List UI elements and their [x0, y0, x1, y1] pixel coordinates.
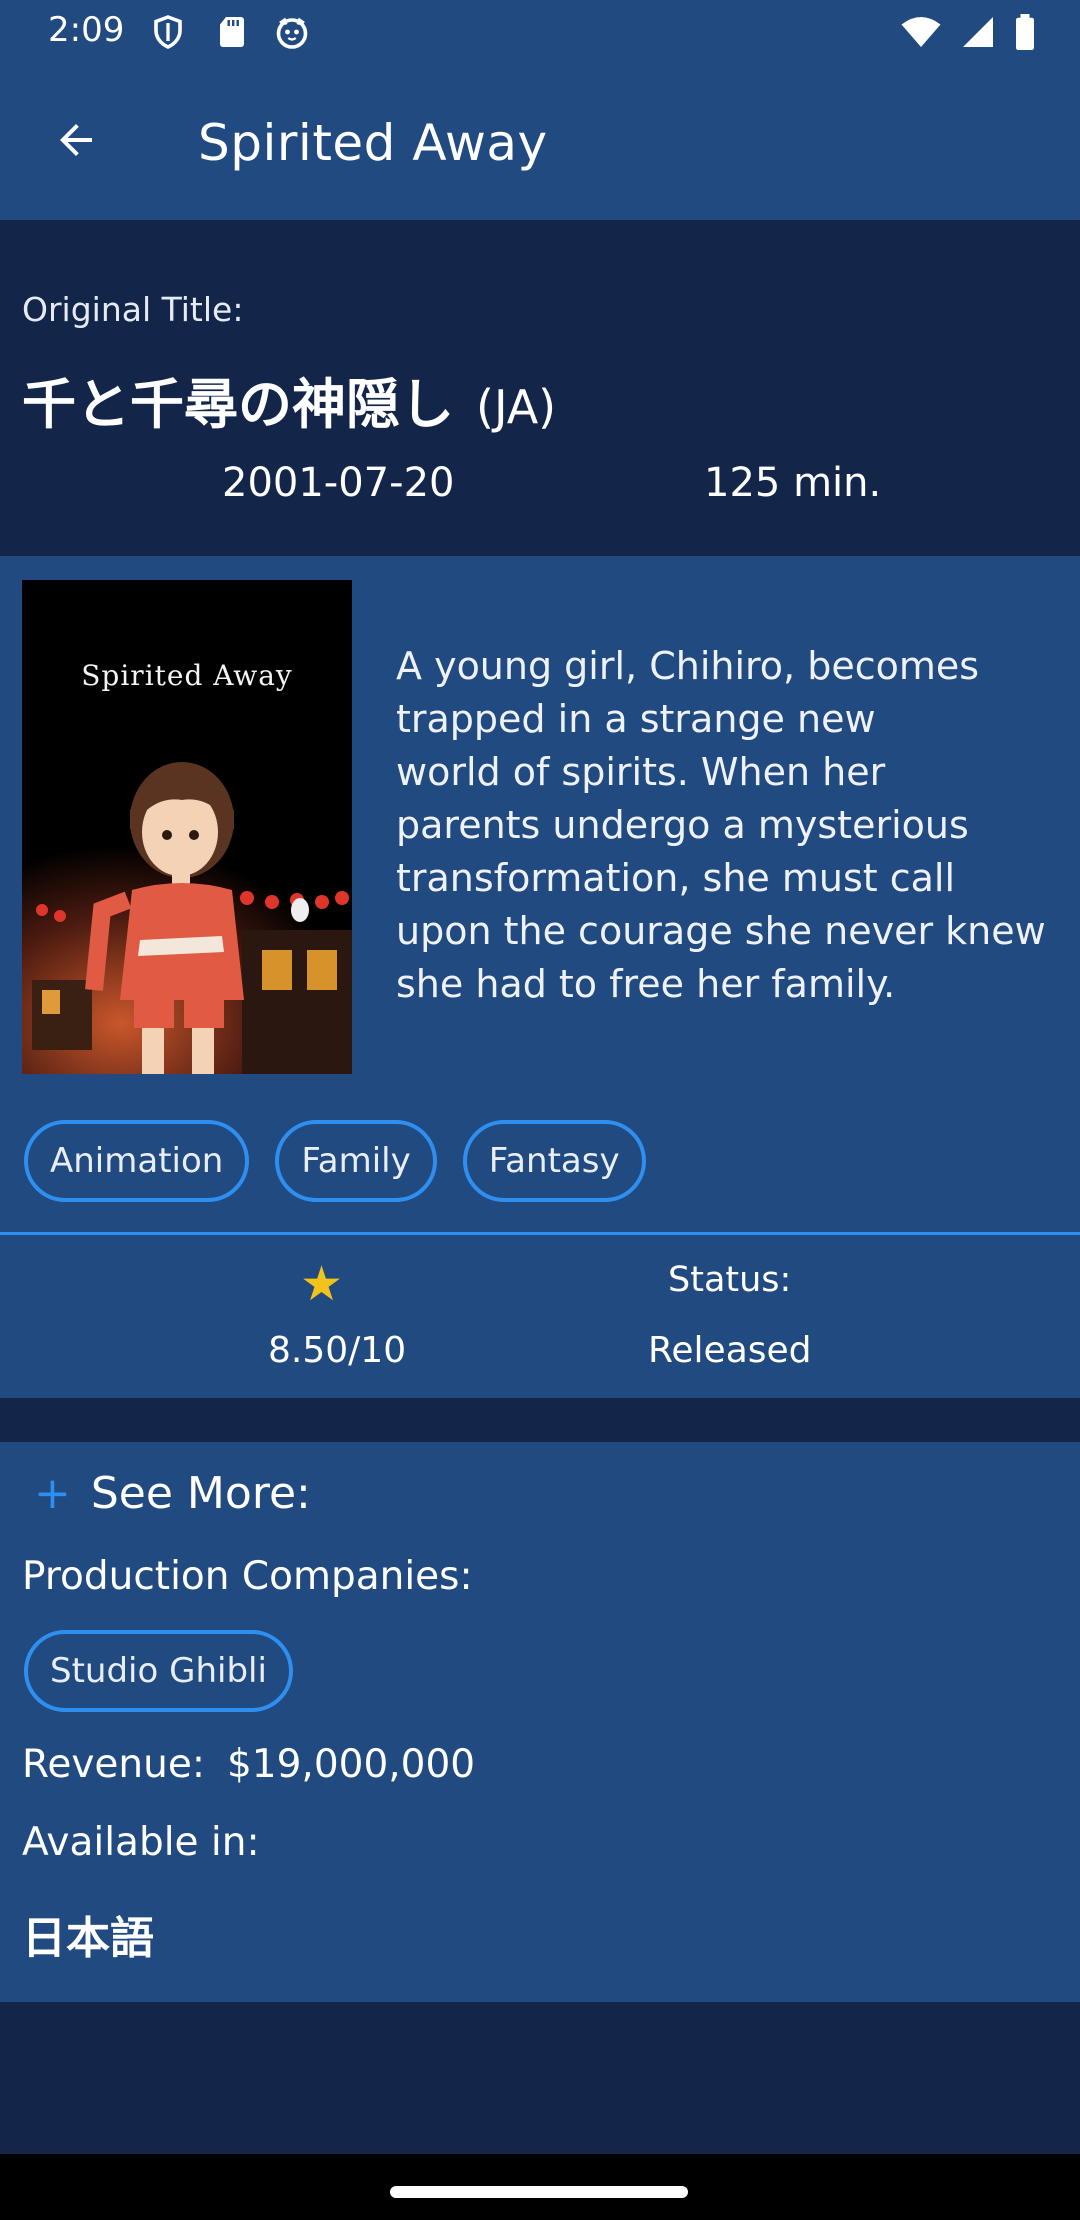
status-right-icons — [900, 14, 1036, 54]
arrow-back-icon — [52, 116, 100, 168]
status-value: Released — [648, 1330, 812, 1371]
see-more-section: + See More: Production Companies: Studio… — [0, 1442, 1080, 2002]
overview-text: A young girl, Chihiro, becomes trapped i… — [396, 644, 1046, 1006]
available-in-label: Available in: — [22, 1820, 260, 1865]
company-chips: Studio Ghibli — [24, 1630, 293, 1712]
movie-info-section: Spirited Away A young girl, Chihiro, bec… — [0, 556, 1080, 1398]
plus-icon: + — [34, 1467, 71, 1519]
runtime: 125 min. — [704, 460, 882, 506]
sd-card-icon — [214, 14, 250, 50]
status-label: Status: — [668, 1260, 792, 1300]
original-title-row: 千と千尋の神隠し (JA) — [22, 360, 556, 439]
status-time: 2:09 — [48, 10, 125, 50]
section-divider — [0, 1232, 1080, 1235]
rating-value: 8.50/10 — [268, 1330, 407, 1371]
original-title-label: Original Title: — [22, 290, 244, 329]
title-header: Original Title: 千と千尋の神隠し (JA) 2001-07-20… — [0, 220, 1080, 556]
release-date: 2001-07-20 — [222, 460, 455, 506]
status-bar: 2:09 — [0, 0, 1080, 64]
wifi-icon — [900, 14, 942, 54]
available-languages: 日本語 — [22, 1913, 154, 1964]
cell-signal-icon — [960, 14, 996, 54]
movie-poster: Spirited Away — [22, 580, 352, 1074]
shield-icon — [150, 14, 186, 50]
section-spacer — [0, 1398, 1080, 1442]
see-more-label: See More: — [90, 1468, 311, 1519]
revenue-value: $19,000,000 — [226, 1742, 476, 1787]
poster-title-text: Spirited Away — [81, 659, 293, 692]
cat-face-icon — [274, 14, 310, 50]
app-bar: Spirited Away — [0, 64, 1080, 220]
movie-detail-screen: 2:09 Spirited Away Original Title: 千と千尋の… — [0, 0, 1080, 2220]
star-icon: ★ — [300, 1256, 344, 1312]
bottom-background — [0, 2002, 1080, 2154]
see-more-toggle[interactable]: + See More: — [34, 1468, 311, 1519]
company-chip-studio-ghibli[interactable]: Studio Ghibli — [24, 1630, 293, 1712]
back-button[interactable] — [40, 106, 112, 178]
original-title: 千と千尋の神隠し — [22, 373, 454, 436]
revenue-label: Revenue: — [22, 1742, 205, 1787]
revenue-row: Revenue: $19,000,000 — [22, 1742, 475, 1787]
home-gesture-handle[interactable] — [390, 2186, 688, 2198]
battery-icon — [1014, 14, 1036, 54]
original-language: (JA) — [476, 380, 557, 434]
genre-chips: Animation Family Fantasy — [24, 1120, 646, 1202]
navigation-bar — [0, 2154, 1080, 2220]
page-title: Spirited Away — [198, 114, 548, 172]
production-companies-label: Production Companies: — [22, 1554, 473, 1599]
genre-chip-animation[interactable]: Animation — [24, 1120, 250, 1202]
genre-chip-family[interactable]: Family — [275, 1120, 437, 1202]
genre-chip-fantasy[interactable]: Fantasy — [462, 1120, 646, 1202]
